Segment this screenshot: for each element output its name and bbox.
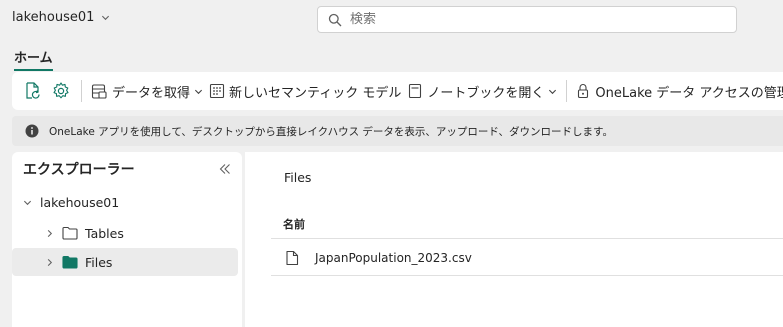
settings-button[interactable] (50, 80, 72, 102)
folder-icon (62, 255, 78, 269)
tab-home[interactable]: ホーム (14, 47, 53, 71)
explorer-title: エクスプローラー (23, 162, 135, 178)
search-box[interactable] (317, 6, 737, 33)
manage-onelake-access-label: OneLake データ アクセスの管理 (595, 85, 783, 101)
top-bar: lakehouse01 (0, 0, 783, 40)
ribbon-divider (566, 80, 568, 102)
chevron-right-icon (47, 229, 53, 237)
chevron-right-icon (47, 258, 53, 266)
tree-item-files[interactable]: Files (12, 248, 238, 276)
tree-item-lakehouse[interactable]: lakehouse01 (12, 188, 238, 216)
explorer-panel: エクスプローラー lakehouse01 Tables Files (12, 152, 242, 327)
tab-row: ホーム (0, 40, 783, 71)
workspace-name: lakehouse01 (12, 10, 95, 25)
info-icon (25, 124, 39, 138)
database-icon (91, 84, 107, 99)
ribbon-divider (81, 80, 82, 102)
chevron-down-icon (23, 200, 32, 205)
lock-icon (578, 84, 589, 99)
refresh-button[interactable] (22, 80, 44, 102)
breadcrumb: Files (284, 170, 312, 185)
workspace-switcher[interactable]: lakehouse01 (12, 10, 110, 25)
gear-icon (53, 82, 69, 99)
header-divider (271, 238, 783, 239)
open-notebook-label: ノートブックを開く (427, 85, 545, 101)
tree-item-tables[interactable]: Tables (12, 219, 238, 247)
get-data-label: データを取得 (112, 85, 191, 101)
collapse-panel-icon[interactable] (218, 162, 232, 176)
file-icon (286, 250, 299, 265)
file-name: JapanPopulation_2023.csv (315, 250, 472, 265)
tree-item-label: Files (85, 254, 113, 270)
info-bar: OneLake アプリを使用して、デスクトップから直接レイクハウス データを表示… (12, 116, 783, 146)
new-semantic-model-button[interactable]: 新しいセマンティック モデル (209, 82, 401, 101)
file-row[interactable]: JapanPopulation_2023.csv (271, 240, 783, 276)
chevron-down-icon (102, 15, 110, 21)
tree-item-label: Tables (85, 225, 124, 241)
search-input[interactable] (350, 12, 710, 27)
main-content: Files 名前 JapanPopulation_2023.csv (245, 152, 783, 327)
chevron-down-icon (549, 89, 557, 94)
manage-onelake-access-button[interactable]: OneLake データ アクセスの管理 (575, 82, 783, 101)
chevron-down-icon (194, 89, 203, 94)
search-icon (328, 13, 342, 26)
folder-icon (62, 226, 78, 240)
new-semantic-model-label: 新しいセマンティック モデル (229, 85, 402, 101)
get-data-button[interactable]: データを取得 (90, 82, 203, 101)
semantic-model-icon (209, 83, 225, 99)
info-message: OneLake アプリを使用して、デスクトップから直接レイクハウス データを表示… (49, 125, 613, 138)
tree-item-label: lakehouse01 (40, 194, 120, 210)
refresh-icon (26, 82, 40, 99)
ribbon-toolbar: データを取得 新しいセマンティック モデル ノートブックを開く OneLake … (12, 72, 783, 110)
column-header-name[interactable]: 名前 (283, 216, 305, 232)
open-notebook-button[interactable]: ノートブックを開く (407, 82, 557, 101)
notebook-icon (409, 83, 422, 99)
